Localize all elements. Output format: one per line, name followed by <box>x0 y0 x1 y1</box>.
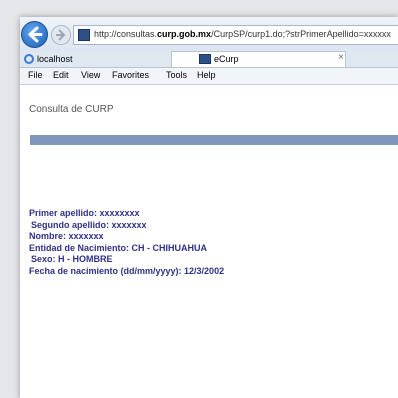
menu-help[interactable]: Help <box>197 70 216 80</box>
detail-entidad-nacimiento: Entidad de Nacimiento: CH - CHIHUAHUA <box>29 242 208 253</box>
ie-logo-icon <box>24 53 34 64</box>
menu-bar: File Edit View Favorites Tools Help <box>20 68 398 85</box>
detail-primer-apellido: Primer apellido: xxxxxxxx <box>29 208 140 218</box>
tabs-row: localhost eCurp × <box>20 50 398 68</box>
site-favicon-icon <box>199 54 211 64</box>
url-suffix: /CurpSP/curp1.do;?strPrimerApellido=xxxx… <box>211 29 391 39</box>
header-bar <box>30 135 398 145</box>
url-domain: curp.gob.mx <box>157 29 212 39</box>
back-arrow-icon <box>28 26 43 43</box>
site-favicon-icon <box>78 29 90 41</box>
tab-ecurp[interactable]: eCurp × <box>171 51 346 67</box>
menu-tools[interactable]: Tools <box>166 70 187 80</box>
address-url: http://consultas.curp.gob.mx/CurpSP/curp… <box>94 29 391 39</box>
favorites-item-label: localhost <box>37 53 73 64</box>
menu-edit[interactable]: Edit <box>53 70 69 80</box>
menu-file[interactable]: File <box>28 70 43 80</box>
tab-title: eCurp <box>214 54 239 64</box>
url-prefix: http://consultas. <box>94 29 158 39</box>
address-bar[interactable]: http://consultas.curp.gob.mx/CurpSP/curp… <box>73 25 398 45</box>
curp-details: Primer apellido: xxxxxxxx Segundo apelli… <box>29 208 224 277</box>
menu-view[interactable]: View <box>81 70 100 80</box>
menu-favorites[interactable]: Favorites <box>112 70 149 80</box>
detail-nombre: Nombre: xxxxxxx <box>29 231 104 241</box>
browser-window: http://consultas.curp.gob.mx/CurpSP/curp… <box>20 17 398 398</box>
favorites-bar-item-localhost[interactable]: localhost <box>24 52 73 65</box>
forward-arrow-icon <box>56 29 66 41</box>
forward-button[interactable] <box>51 25 71 45</box>
detail-sexo: Sexo: H - HOMBRE <box>31 254 113 264</box>
detail-segundo-apellido: Segundo apellido: xxxxxxx <box>31 219 147 230</box>
detail-fecha-nacimiento: Fecha de nacimiento (dd/mm/yyyy): 12/3/2… <box>29 265 225 276</box>
page-title: Consulta de CURP <box>29 104 114 115</box>
back-button[interactable] <box>21 21 48 48</box>
browser-toolbar: http://consultas.curp.gob.mx/CurpSP/curp… <box>20 17 398 50</box>
close-tab-icon[interactable]: × <box>338 52 344 63</box>
